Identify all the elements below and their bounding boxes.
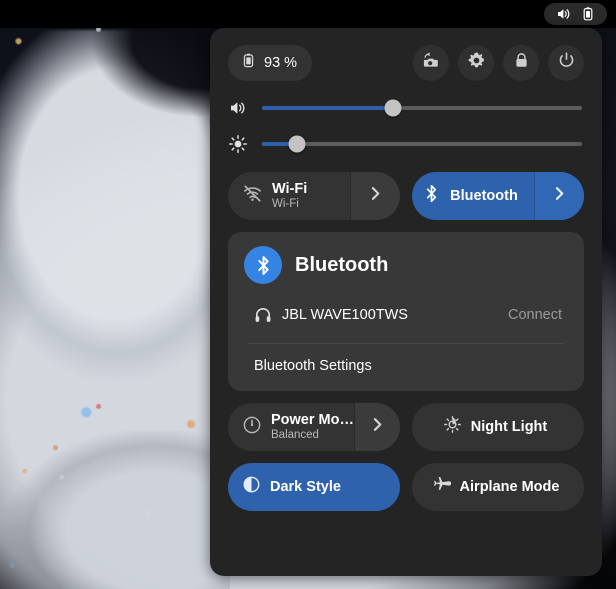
wifi-disabled-icon bbox=[242, 183, 263, 209]
power-mode-tile-title: Power Mo… bbox=[271, 412, 354, 429]
quick-settings-header: 93 % bbox=[228, 44, 584, 82]
night-light-tile-label: Night Light bbox=[470, 419, 548, 435]
volume-slider-track[interactable] bbox=[262, 99, 582, 117]
bluetooth-tile-label: Bluetooth bbox=[450, 188, 518, 204]
volume-slider-fill bbox=[262, 106, 394, 110]
bluetooth-popup-header: Bluetooth bbox=[244, 246, 568, 284]
power-mode-icon bbox=[242, 415, 262, 440]
dark-style-tile-main[interactable]: Dark Style bbox=[228, 463, 400, 511]
night-light-icon bbox=[443, 415, 462, 439]
tile-row-power-night: Power Mo… Balanced Night Light bbox=[228, 403, 584, 451]
lock-icon bbox=[512, 51, 531, 75]
dark-style-icon bbox=[242, 475, 261, 499]
dark-style-tile-label: Dark Style bbox=[270, 479, 341, 495]
battery-status-button[interactable]: 93 % bbox=[228, 45, 313, 81]
tile-row-style-airplane: Dark Style Airplane Mode bbox=[228, 463, 584, 511]
screenshot-icon bbox=[422, 51, 441, 75]
power-mode-tile-expand-button[interactable] bbox=[353, 403, 400, 451]
night-light-tile-main[interactable]: Night Light bbox=[412, 403, 584, 451]
bluetooth-icon bbox=[244, 246, 282, 284]
bluetooth-tile[interactable]: Bluetooth bbox=[412, 172, 584, 220]
volume-slider-knob[interactable] bbox=[384, 99, 402, 117]
brightness-slider-row[interactable] bbox=[228, 128, 584, 160]
bluetooth-device-row[interactable]: JBL WAVE100TWS Connect bbox=[244, 298, 568, 332]
brightness-slider-knob[interactable] bbox=[288, 135, 306, 153]
chevron-right-icon bbox=[551, 185, 568, 207]
bluetooth-popup-divider bbox=[248, 343, 564, 344]
wifi-tile-main[interactable]: Wi-Fi Wi-Fi bbox=[228, 172, 350, 220]
volume-slider-row[interactable] bbox=[228, 92, 584, 124]
bluetooth-device-connect-button[interactable]: Connect bbox=[508, 307, 562, 323]
dark-style-tile[interactable]: Dark Style bbox=[228, 463, 400, 511]
battery-icon bbox=[240, 52, 257, 74]
power-mode-tile-main[interactable]: Power Mo… Balanced bbox=[228, 403, 354, 451]
brightness-icon bbox=[228, 134, 258, 154]
chevron-right-icon bbox=[369, 416, 386, 438]
wifi-tile-texts: Wi-Fi Wi-Fi bbox=[272, 181, 307, 210]
bluetooth-settings-button[interactable]: Bluetooth Settings bbox=[244, 353, 568, 377]
bluetooth-device-name: JBL WAVE100TWS bbox=[282, 307, 408, 323]
power-mode-tile-subtitle: Balanced bbox=[271, 428, 319, 441]
bluetooth-tile-expand-button[interactable] bbox=[534, 172, 584, 220]
lock-button[interactable] bbox=[503, 45, 539, 81]
tile-row-connectivity: Wi-Fi Wi-Fi Bluetooth bbox=[228, 172, 584, 220]
volume-icon bbox=[555, 6, 571, 22]
headphones-icon bbox=[254, 306, 272, 324]
airplane-mode-tile[interactable]: Airplane Mode bbox=[412, 463, 584, 511]
airplane-mode-tile-main[interactable]: Airplane Mode bbox=[412, 463, 584, 511]
wifi-tile[interactable]: Wi-Fi Wi-Fi bbox=[228, 172, 400, 220]
airplane-icon bbox=[431, 475, 451, 500]
top-bar bbox=[0, 0, 616, 28]
wifi-tile-title: Wi-Fi bbox=[272, 181, 308, 198]
airplane-mode-tile-label: Airplane Mode bbox=[459, 479, 560, 495]
bluetooth-popup-card: Bluetooth JBL WAVE100TWS Connect Bluetoo… bbox=[228, 232, 584, 391]
quick-settings-panel: 93 % Wi-Fi Wi-Fi Bluetooth Bluetooth JBL… bbox=[210, 28, 602, 576]
settings-button[interactable] bbox=[458, 45, 494, 81]
power-mode-tile[interactable]: Power Mo… Balanced bbox=[228, 403, 400, 451]
brightness-slider-track[interactable] bbox=[262, 135, 582, 153]
wifi-tile-subtitle: Wi-Fi bbox=[272, 197, 299, 210]
power-mode-tile-texts: Power Mo… Balanced bbox=[271, 412, 354, 441]
battery-percent-label: 93 % bbox=[264, 55, 298, 71]
chevron-right-icon bbox=[367, 185, 384, 207]
night-light-tile[interactable]: Night Light bbox=[412, 403, 584, 451]
battery-icon bbox=[580, 6, 596, 22]
power-button[interactable] bbox=[548, 45, 584, 81]
bluetooth-settings-label: Bluetooth Settings bbox=[254, 358, 372, 374]
bluetooth-popup-title: Bluetooth bbox=[295, 253, 389, 276]
wifi-tile-expand-button[interactable] bbox=[350, 172, 400, 220]
power-icon bbox=[557, 51, 576, 75]
speaker-icon bbox=[228, 98, 258, 118]
bluetooth-icon bbox=[422, 184, 441, 208]
screenshot-button[interactable] bbox=[413, 45, 449, 81]
gear-icon bbox=[467, 51, 486, 75]
status-indicators[interactable] bbox=[544, 3, 607, 25]
bluetooth-tile-main[interactable]: Bluetooth bbox=[412, 172, 534, 220]
